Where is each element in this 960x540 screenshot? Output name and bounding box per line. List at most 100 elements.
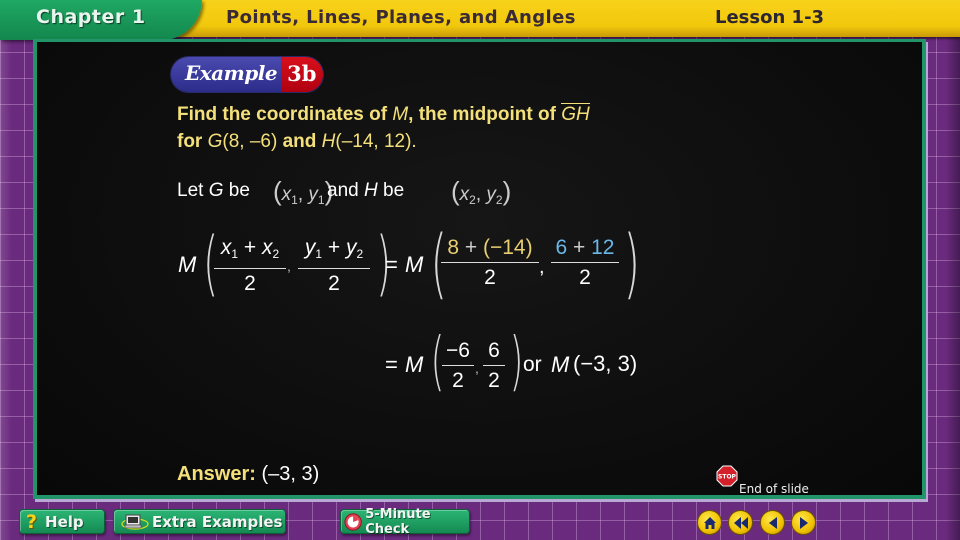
five-minute-check-label: 5-Minute Check	[365, 506, 431, 537]
m-symbol: M	[405, 352, 424, 377]
lesson-title: Points, Lines, Planes, and Angles	[226, 7, 576, 28]
numerator: y1 + y2	[298, 234, 370, 269]
fraction-x-result: −6 2	[442, 337, 474, 396]
x1-value: 8	[447, 236, 460, 259]
background-shade-left	[0, 30, 12, 540]
next-slide-button[interactable]	[791, 510, 816, 535]
midpoint-variable: M	[392, 104, 409, 125]
problem-text: for	[177, 131, 208, 152]
lesson-number: Lesson 1-3	[715, 7, 825, 28]
comma: ,	[539, 256, 545, 278]
let-text: Let	[177, 180, 209, 201]
right-paren: )	[502, 176, 512, 206]
denominator: 2	[579, 266, 591, 289]
let-text: be	[377, 180, 405, 201]
fraction-y: y1 + y2 2	[298, 234, 370, 299]
numerator: 6 + 12	[551, 234, 619, 263]
y1-value: 6	[555, 236, 568, 259]
rewind-icon	[733, 516, 748, 529]
answer-line: Answer: (–3, 3)	[177, 463, 319, 486]
point-h-label: H	[321, 131, 336, 152]
y1-var: y	[304, 236, 316, 259]
extra-examples-button[interactable]: Extra Examples	[113, 509, 286, 534]
example-badge: Example 3b	[171, 57, 323, 92]
equals-sign: =	[385, 252, 398, 277]
problem-text: and	[277, 131, 322, 152]
let-statement: Let G be	[177, 180, 250, 202]
point-g-coords: (8, –6)	[222, 131, 278, 152]
m-symbol: M	[551, 352, 570, 377]
comma: ,	[297, 184, 309, 205]
stopwatch-icon	[344, 512, 362, 531]
subscript: 2	[272, 247, 280, 261]
m-symbol: M	[405, 252, 424, 277]
y2-value: 12	[591, 236, 615, 259]
numerator: 6	[483, 337, 505, 366]
plus-sign: +	[567, 236, 592, 259]
first-slide-button[interactable]	[728, 510, 753, 535]
m-symbol: M	[178, 252, 197, 277]
x2-subscript: 2	[469, 193, 476, 207]
numerator: x1 + x2	[214, 234, 286, 269]
point-2-coords: (x2, y2)	[451, 176, 511, 207]
y2-subscript: 2	[495, 193, 503, 207]
let-text: and	[327, 180, 364, 201]
denominator: 2	[488, 369, 500, 392]
denominator: 2	[452, 369, 464, 392]
previous-slide-button[interactable]	[760, 510, 785, 535]
problem-text: Find the coordinates of	[177, 104, 393, 125]
segment-gh: GH	[561, 103, 590, 125]
five-minute-check-button[interactable]: 5-Minute Check	[340, 506, 470, 537]
header-bar: Chapter 1 Points, Lines, Planes, and Ang…	[0, 0, 960, 40]
home-icon	[703, 516, 716, 529]
denominator: 2	[244, 272, 256, 295]
let-text: be	[223, 180, 250, 201]
x2-value: (−14)	[483, 236, 533, 259]
chapter-label: Chapter 1	[36, 6, 146, 28]
help-button[interactable]: ? Help	[19, 509, 105, 534]
left-paren: (	[451, 176, 460, 206]
comma: ,	[475, 184, 487, 205]
previous-icon	[768, 516, 777, 529]
background-shade-right	[946, 30, 960, 540]
point-h-label: H	[363, 180, 378, 201]
numerator: −6	[442, 337, 474, 366]
question-mark-icon: ?	[26, 510, 38, 533]
right-paren: )	[623, 218, 640, 307]
plus-sign: +	[322, 236, 346, 259]
plus-sign: +	[238, 236, 262, 259]
x1-subscript: 1	[291, 193, 298, 207]
comma: ,	[475, 360, 479, 376]
numerator: 8 + (−14)	[441, 234, 539, 263]
fraction-y-substituted: 6 + 12 2	[551, 234, 619, 293]
fraction-y-result: 6 2	[483, 337, 505, 396]
subscript: 2	[356, 247, 364, 261]
equals-sign: =	[385, 352, 398, 377]
point-g-label: G	[207, 131, 223, 152]
example-word: Example	[171, 57, 282, 92]
stop-text: STOP	[718, 474, 737, 481]
example-number: 3b	[281, 57, 323, 92]
let-statement-cont: and H be	[327, 180, 404, 202]
left-paren: (	[273, 176, 282, 206]
y1-var: y	[308, 184, 318, 205]
chapter-tab: Chapter 1	[0, 0, 202, 40]
next-icon	[799, 516, 808, 529]
problem-line-2: for G(8, –6) and H(–14, 12).	[177, 131, 417, 153]
answer-value: (–3, 3)	[261, 463, 320, 485]
plus-sign: +	[459, 236, 483, 259]
x2-var: x	[459, 184, 470, 205]
comma: ,	[287, 258, 291, 274]
midpoint-result: (−3, 3)	[573, 351, 638, 376]
x1-var: x	[220, 236, 232, 259]
answer-label: Answer:	[177, 463, 256, 485]
home-button[interactable]	[697, 510, 722, 535]
fraction-x: x1 + x2 2	[214, 234, 286, 299]
extra-examples-label: Extra Examples	[152, 512, 283, 531]
point-1-coords: (x1, y1)	[273, 176, 333, 207]
fraction-x-substituted: 8 + (−14) 2	[441, 234, 539, 293]
denominator: 2	[484, 266, 496, 289]
right-paren: )	[509, 325, 524, 399]
point-g-label: G	[208, 180, 224, 201]
end-of-slide-label: End of slide	[739, 482, 809, 496]
